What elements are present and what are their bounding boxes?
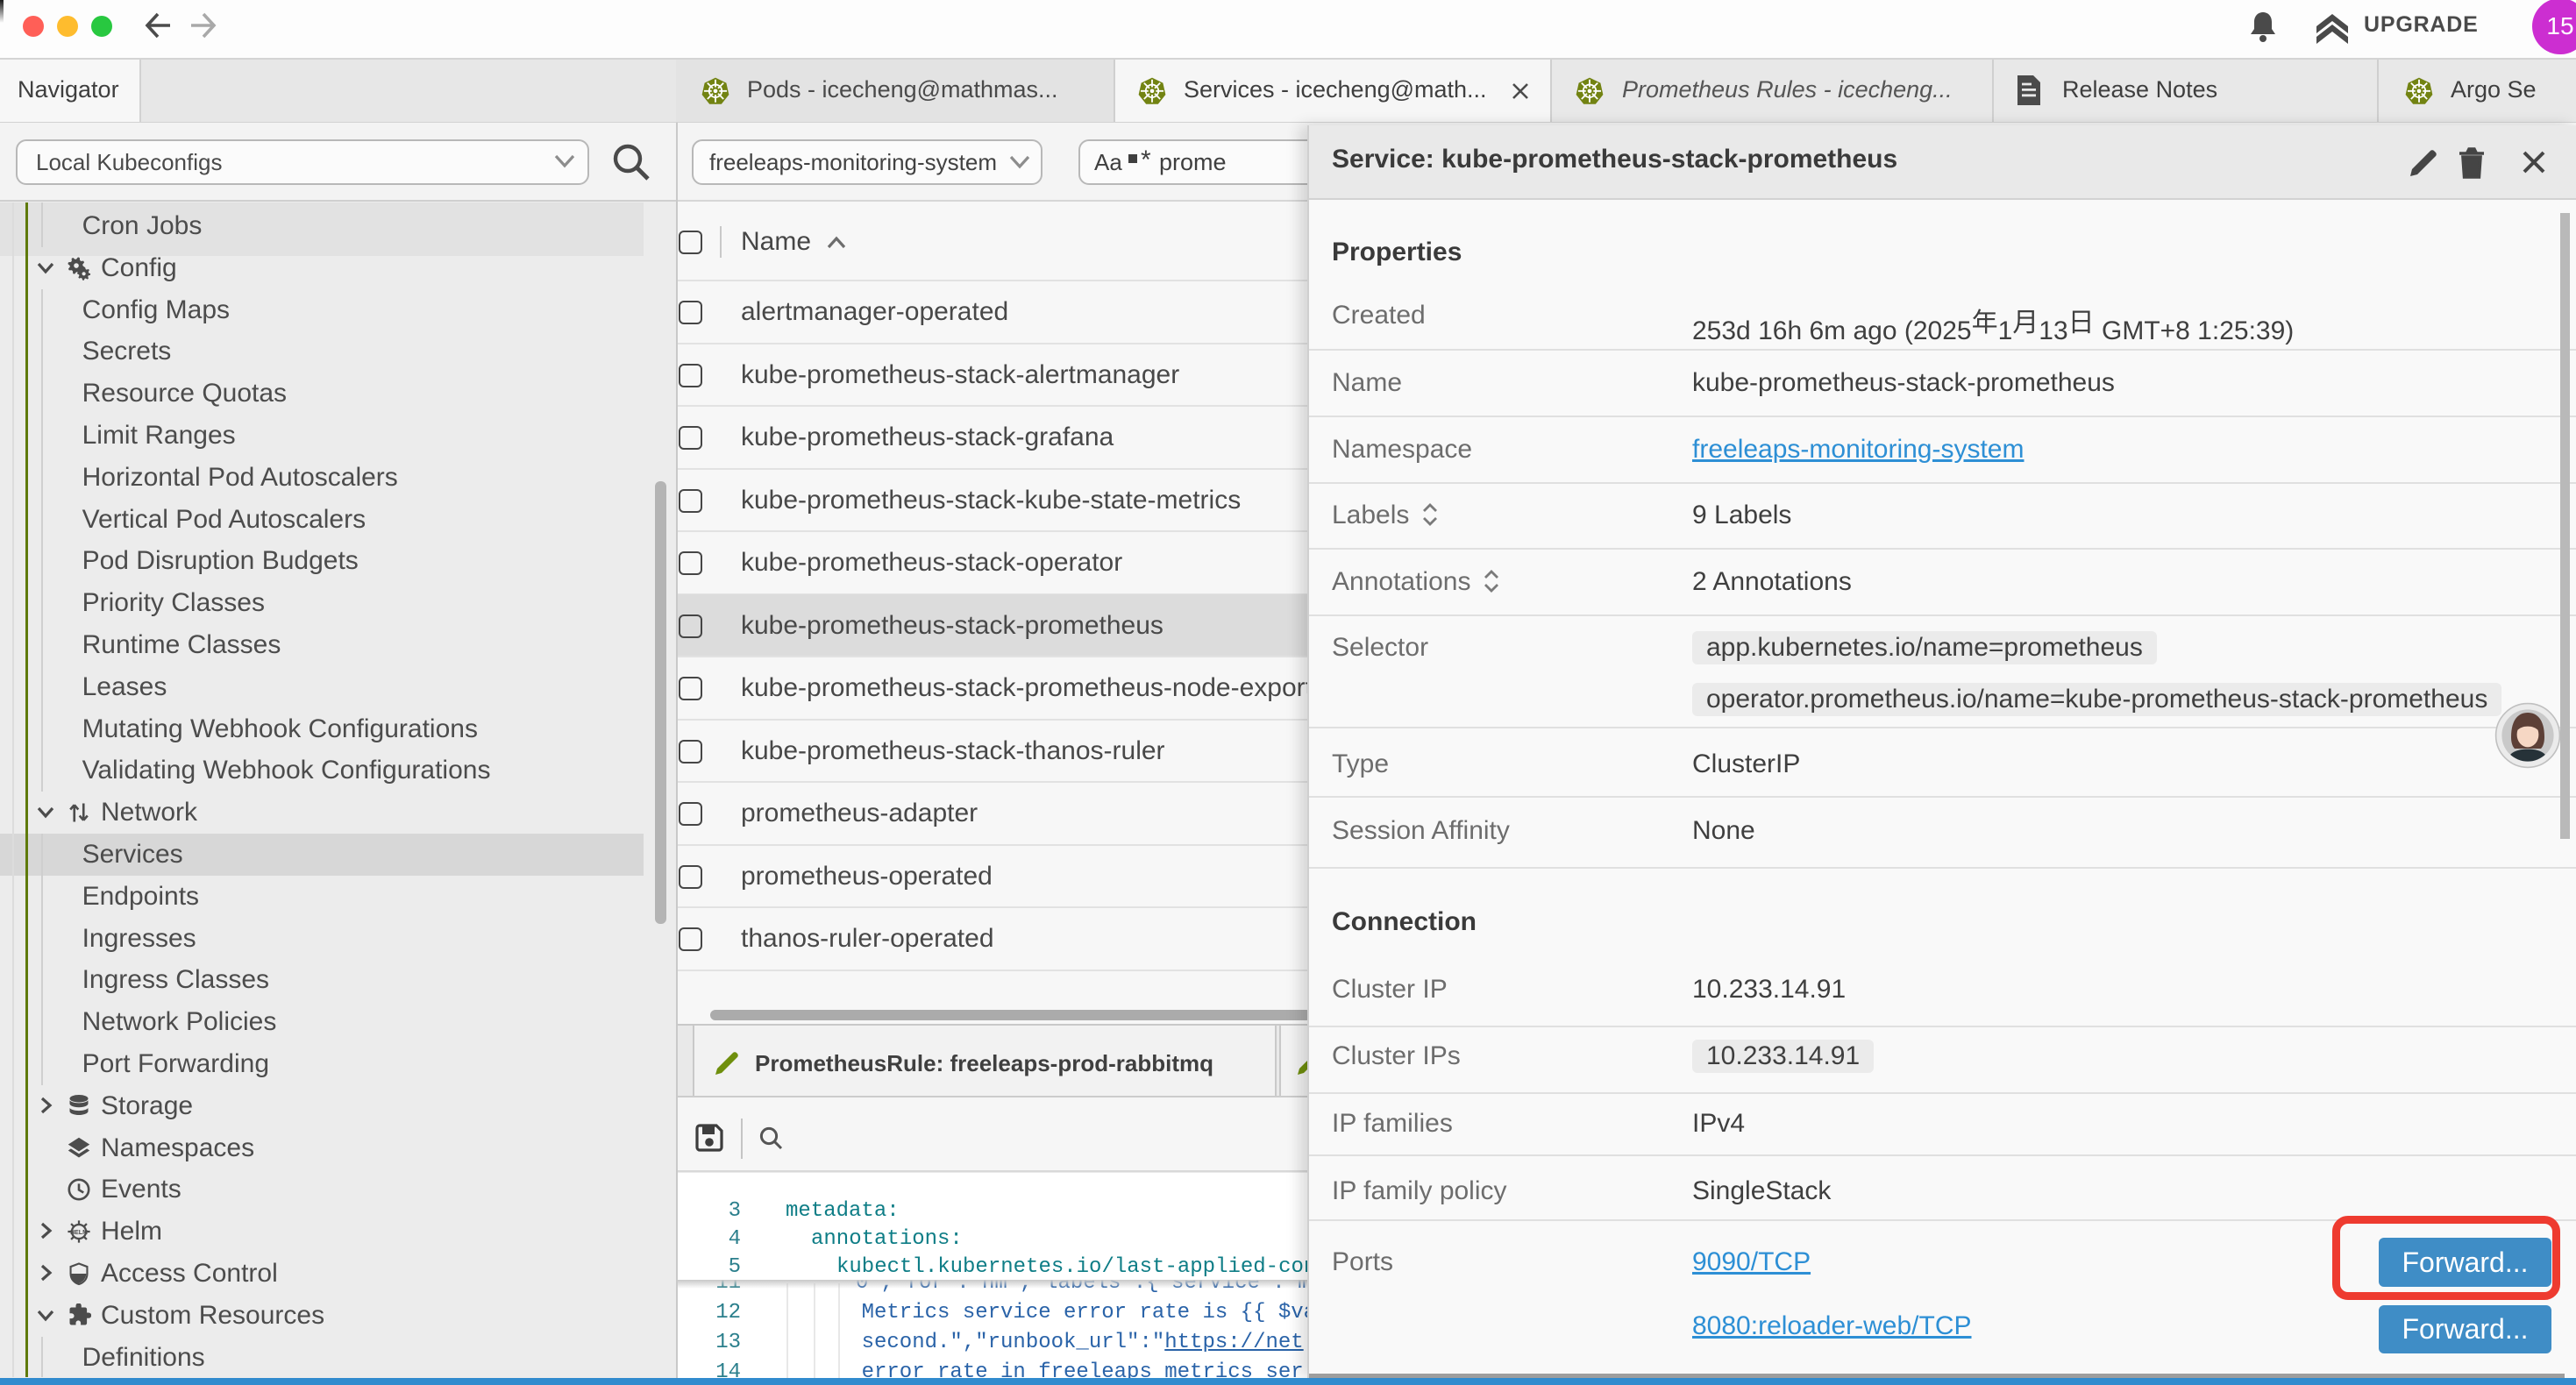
svg-text:HELM: HELM <box>70 1230 88 1236</box>
